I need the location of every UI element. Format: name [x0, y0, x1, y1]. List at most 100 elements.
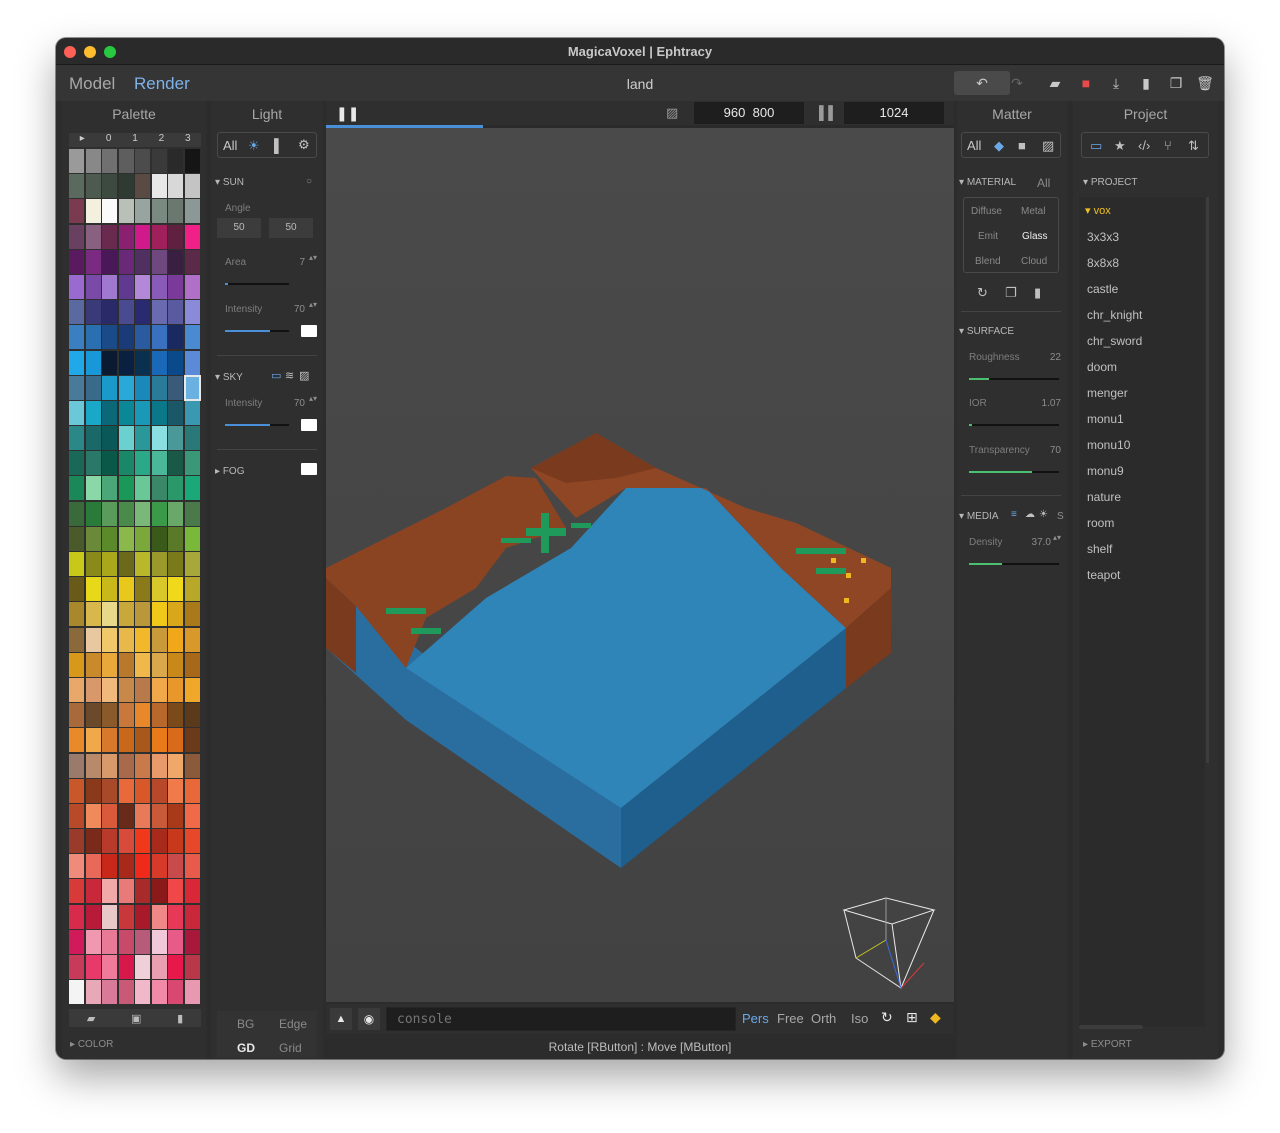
palette-swatch[interactable] — [85, 350, 101, 375]
palette-swatch[interactable] — [151, 451, 167, 476]
reset-view-icon[interactable]: ↻ — [881, 1009, 893, 1026]
cloud-icon[interactable]: ☁ — [1025, 509, 1035, 520]
palette-swatch[interactable] — [168, 803, 183, 828]
area-stepper-icon[interactable]: ▴▾ — [309, 253, 317, 262]
palette-swatch[interactable] — [135, 274, 150, 299]
render-viewport[interactable] — [326, 128, 954, 1002]
palette-swatch[interactable] — [102, 904, 117, 929]
palette-swatch[interactable] — [184, 451, 200, 476]
palette-swatch[interactable] — [168, 476, 183, 501]
palette-swatch[interactable] — [151, 501, 167, 526]
palette-swatch[interactable] — [102, 980, 117, 1005]
palette-swatch[interactable] — [168, 174, 183, 199]
palette-swatch[interactable] — [69, 199, 84, 224]
density-stepper-icon[interactable]: ▴▾ — [1053, 533, 1061, 542]
reset-material-icon[interactable]: ↻ — [977, 285, 988, 301]
palette-swatch[interactable] — [85, 728, 101, 753]
render-width[interactable]: 960 — [724, 105, 746, 120]
palette-swatch[interactable] — [85, 426, 101, 451]
palette-swatch[interactable] — [168, 552, 183, 576]
palette-swatch[interactable] — [168, 224, 183, 249]
palette-swatch[interactable] — [85, 400, 101, 425]
palette-swatch[interactable] — [118, 879, 134, 904]
palette-swatch[interactable] — [135, 400, 150, 425]
image-filter-icon[interactable]: ▨ — [1042, 138, 1054, 154]
grid-toggle[interactable]: Grid — [279, 1041, 302, 1055]
palette-swatch[interactable] — [69, 526, 84, 551]
sun-color-swatch[interactable] — [301, 325, 317, 337]
gd-toggle[interactable]: GD — [237, 1041, 255, 1055]
gear-icon[interactable]: ⚙ — [298, 137, 310, 153]
palette-swatch[interactable] — [102, 955, 117, 979]
branch-icon[interactable]: ⑂ — [1164, 138, 1172, 153]
project-file-item[interactable]: monu9 — [1087, 464, 1124, 478]
palette-swatch[interactable] — [118, 249, 134, 274]
palette-swatch[interactable] — [118, 829, 134, 854]
sky-lines-icon[interactable]: ≋ — [285, 369, 294, 382]
palette-swatch[interactable] — [85, 274, 101, 299]
palette-swatch[interactable] — [135, 904, 150, 929]
sky-color-swatch[interactable] — [301, 419, 317, 431]
palette-swatch[interactable] — [151, 526, 167, 551]
palette-swatch[interactable] — [102, 854, 117, 879]
palette-swatch[interactable] — [151, 577, 167, 602]
view-free[interactable]: Free — [777, 1011, 804, 1026]
palette-swatch[interactable] — [118, 753, 134, 778]
palette-swatch[interactable] — [102, 552, 117, 576]
image-icon[interactable]: ▨ — [666, 105, 678, 121]
palette-swatch[interactable] — [118, 426, 134, 451]
palette-swatch[interactable] — [151, 703, 167, 728]
palette-swatch[interactable] — [151, 854, 167, 879]
palette-swatch[interactable] — [102, 451, 117, 476]
palette-swatch[interactable] — [85, 300, 101, 325]
palette-swatch[interactable] — [102, 426, 117, 451]
palette-swatch[interactable] — [102, 577, 117, 602]
palette-swatch[interactable] — [151, 199, 167, 224]
palette-swatch[interactable] — [69, 501, 84, 526]
palette-swatch[interactable] — [135, 350, 150, 375]
palette-swatch[interactable] — [118, 350, 134, 375]
palette-swatch[interactable] — [102, 703, 117, 728]
palette-swatch[interactable] — [184, 854, 200, 879]
palette-swatch[interactable] — [168, 199, 183, 224]
palette-swatch[interactable] — [168, 929, 183, 954]
palette-swatch[interactable] — [118, 652, 134, 677]
palette-swatch[interactable] — [151, 149, 167, 173]
palette-swatch[interactable] — [102, 174, 117, 199]
pause-icon[interactable]: ❚❚ — [336, 105, 359, 122]
sky-section[interactable]: ▾ SKY — [215, 372, 243, 383]
media-s[interactable]: S — [1057, 511, 1064, 522]
console-input[interactable] — [386, 1007, 736, 1031]
palette-swatch[interactable] — [151, 476, 167, 501]
palette-swatch[interactable] — [184, 803, 200, 828]
media-section[interactable]: ▾ MEDIA — [959, 511, 998, 522]
palette-swatch[interactable] — [184, 677, 200, 702]
palette-swatch[interactable] — [69, 426, 84, 451]
palette-swatch[interactable] — [85, 778, 101, 803]
palette-swatch[interactable] — [168, 778, 183, 803]
palette-swatch[interactable] — [85, 199, 101, 224]
sun-intensity-stepper-icon[interactable]: ▴▾ — [309, 300, 317, 309]
palette-swatch[interactable] — [168, 652, 183, 677]
palette-swatch[interactable] — [184, 829, 200, 854]
palette-swatch[interactable] — [85, 476, 101, 501]
paste-material-icon[interactable]: ▮ — [1034, 285, 1041, 301]
sky-box-icon[interactable]: ▭ — [271, 369, 281, 382]
sun-toggle-icon[interactable]: ○ — [306, 176, 312, 187]
palette-swatch[interactable] — [102, 300, 117, 325]
palette-swatch[interactable] — [85, 703, 101, 728]
palette-swatch[interactable] — [118, 703, 134, 728]
palette-swatch[interactable] — [151, 274, 167, 299]
palette-swatch[interactable] — [69, 400, 84, 425]
export-section[interactable]: ▸ EXPORT — [1083, 1039, 1132, 1050]
expand-up-icon[interactable]: ▲ — [330, 1008, 352, 1030]
palette-swatch[interactable] — [118, 627, 134, 652]
project-file-item[interactable]: castle — [1087, 282, 1118, 296]
palette-swatch[interactable] — [69, 703, 84, 728]
sky-intensity-value[interactable]: 70 — [281, 398, 305, 409]
palette-swatch[interactable] — [151, 602, 167, 627]
palette-swatch[interactable] — [85, 854, 101, 879]
project-file-item[interactable]: shelf — [1087, 542, 1112, 556]
palette-swatch[interactable] — [168, 627, 183, 652]
palette-swatch[interactable] — [69, 300, 84, 325]
